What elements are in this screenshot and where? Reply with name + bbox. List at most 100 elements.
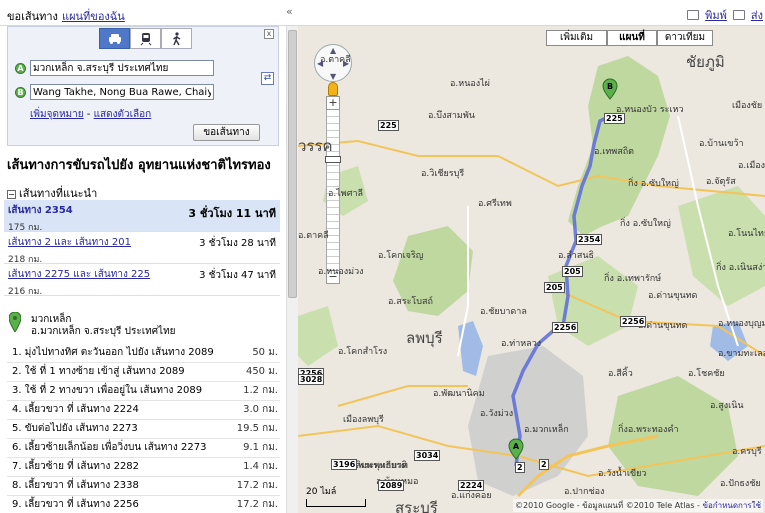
map-label: อ.หนองม่วง [318, 267, 364, 277]
map-label: อ.ปากช่อง [564, 487, 605, 497]
direction-step[interactable]: 3. ใช้ ที่ 2 ทางขวา เพื่ออยู่ใน เส้นทาง … [7, 382, 280, 401]
collapse-panel-button[interactable]: « [286, 5, 293, 18]
collapse-icon[interactable]: − [7, 190, 16, 199]
panel-scrollbar[interactable] [286, 26, 298, 513]
marker-a-icon: A [15, 62, 26, 74]
map-label: อ.โนนไทย [728, 229, 765, 239]
map-label: อ.โคกสำโรง [338, 347, 388, 357]
tab-directions[interactable]: ขอเส้นทาง [7, 7, 58, 25]
map-label: กิ่ง อ.เทพารักษ์ [604, 274, 662, 284]
route-option[interactable]: เส้นทาง 2 และ เส้นทาง 201 218 กม. 3 ชั่ว… [4, 232, 280, 265]
direction-step[interactable]: 7. เลี้ยวซ้าย ที่ เส้นทาง 2282 1.4 กม. [7, 458, 280, 477]
step-distance: 3.0 กม. [243, 404, 278, 415]
step-distance: 50 ม. [252, 347, 278, 358]
start-location-input[interactable] [30, 60, 214, 76]
map-label: อ.หนองบัว ระเหว [616, 105, 684, 115]
road-shield: 2 [515, 462, 525, 473]
directions-form: x A B ⇄ เพิ่มจุดหมาย - แสดงตัวเลือก ขอเส… [7, 26, 279, 146]
step-text: 9. เลี้ยวขวา ที่ เส้นทาง 2256 [12, 499, 139, 510]
road-shield: 225 [378, 120, 399, 131]
direction-step[interactable]: 2. ใช้ ที่ 1 ทางซ้าย เข้าสู่ เส้นทาง 208… [7, 363, 280, 382]
scrollbar-thumb[interactable] [288, 30, 297, 298]
marker-a-label: A [513, 442, 520, 451]
map-view-button[interactable]: แผนที่ [607, 30, 657, 46]
print-link[interactable]: พิมพ์ [705, 6, 727, 24]
map-label: อ.วังม่วง [480, 409, 514, 419]
map-label-province: ชัยภูมิ [686, 53, 725, 71]
road-shield: 2256 [620, 316, 647, 327]
destination-marker-icon[interactable]: B [602, 78, 618, 100]
pan-down-icon[interactable]: ▼ [330, 72, 336, 81]
transit-icon[interactable] [130, 28, 161, 49]
route-distance: 216 กม. [8, 287, 43, 297]
travel-mode-selector [99, 28, 192, 49]
step-distance: 17.2 กม. [236, 499, 278, 510]
envelope-icon[interactable] [732, 10, 745, 20]
lake [458, 321, 483, 376]
map-label: อ.วิเชียรบุรี [421, 169, 465, 179]
step-distance: 450 ม. [245, 366, 278, 377]
show-options-link[interactable]: แสดงตัวเลือก [94, 109, 152, 120]
send-link[interactable]: ส่ง [751, 6, 763, 24]
form-links: เพิ่มจุดหมาย - แสดงตัวเลือก [30, 107, 151, 122]
get-directions-button[interactable]: ขอเส้นทาง [193, 124, 260, 141]
route-time: 3 ชั่วโมง 28 นาที [199, 238, 276, 249]
step-text: 4. เลี้ยวขวา ที่ เส้นทาง 2224 [12, 404, 139, 415]
step-distance: 19.5 กม. [236, 423, 278, 434]
tab-my-maps[interactable]: แผนที่ของฉัน [62, 7, 125, 25]
road-shield: 205 [562, 266, 583, 277]
map-label: อ.ปักธงชัย [720, 479, 761, 489]
map-label: อ.ขามทะเลสอ [718, 349, 765, 359]
map-label: เมืองลพบุรี [343, 415, 384, 425]
map-label: อ.ท่าหลวง [501, 339, 542, 349]
route-list: เส้นทาง 2354 175 กม. 3 ชั่วโมง 11 นาที เ… [4, 200, 280, 297]
close-icon[interactable]: x [264, 29, 274, 39]
map-label-province: วรรค [298, 137, 333, 155]
satellite-view-button[interactable]: ดาวเทียม [657, 30, 713, 46]
directions-panel: x A B ⇄ เพิ่มจุดหมาย - แสดงตัวเลือก ขอเส… [0, 26, 286, 513]
directions-title: เส้นทางการขับรถไปยัง อุทยานแห่งชาติไทรทอ… [7, 158, 271, 173]
direction-step[interactable]: 9. เลี้ยวขวา ที่ เส้นทาง 2256 17.2 กม. [7, 496, 280, 513]
direction-step[interactable]: 6. เลี้ยวซ้ายเล็กน้อย เพื่อวิ่งบน เส้นทา… [7, 439, 280, 458]
street-view-pegman-icon[interactable] [328, 82, 338, 96]
forest-area [298, 306, 338, 366]
origin-marker-icon[interactable]: A [508, 438, 524, 460]
map-label: กิ่งอ.พระทองคำ [618, 425, 679, 435]
map-label: อ.บึงสามพัน [428, 111, 475, 121]
map-label-province: ลพบุรี [406, 329, 443, 347]
map-label: อ.โคกเจริญ [378, 251, 424, 261]
map-label-province: สระบุรี [395, 499, 438, 513]
map-label: อ.ศรีเทพ [478, 199, 512, 209]
route-option[interactable]: เส้นทาง 2354 175 กม. 3 ชั่วโมง 11 นาที [4, 200, 280, 233]
step-distance: 1.2 กม. [243, 385, 278, 396]
swap-icon[interactable]: ⇄ [261, 72, 274, 85]
printer-icon[interactable] [687, 10, 700, 20]
map-canvas[interactable]: เพิ่มเติม แผนที่ ดาวเทียม ▲ ▼ ◀ ▶ + − ชั… [298, 26, 765, 513]
end-location-input[interactable] [30, 84, 214, 100]
copyright-text: ©2010 Google - ข้อมูลแผนที่ ©2010 Tele A… [515, 501, 700, 510]
car-icon[interactable] [99, 28, 130, 49]
add-destination-link[interactable]: เพิ่มจุดหมาย [30, 109, 84, 120]
map-label: อ.จัตุรัส [706, 177, 736, 187]
waypoint-b: B [15, 84, 214, 100]
zoom-in-button[interactable]: + [326, 96, 340, 110]
step-text: 5. ขับต่อไปยัง เส้นทาง 2273 [12, 423, 138, 434]
terms-link[interactable]: ข้อกำหนดการใช้ [702, 501, 761, 510]
walking-icon[interactable] [161, 28, 192, 49]
map-label: อ.บ้านเขว้า [699, 139, 744, 149]
more-button[interactable]: เพิ่มเติม [546, 30, 607, 46]
road-shield: 225 [604, 113, 625, 124]
map-actions: พิมพ์ ส่ง [687, 6, 763, 24]
map-label: อ.ลำสนธิ [558, 251, 594, 261]
direction-step[interactable]: 5. ขับต่อไปยัง เส้นทาง 2273 19.5 กม. [7, 420, 280, 439]
route-option[interactable]: เส้นทาง 2275 และ เส้นทาง 225 216 กม. 3 ช… [4, 264, 280, 297]
route-time: 3 ชั่วโมง 47 นาที [199, 270, 276, 281]
direction-step[interactable]: 1. มุ่งไปทางทิศ ตะวันออก ไปยัง เส้นทาง 2… [7, 344, 280, 363]
map-label: อ.สระโบสถ์ [388, 297, 433, 307]
map-label: อ.หนองบุญมาก [718, 319, 765, 329]
map-label: อ.ตาคลี [320, 55, 351, 65]
direction-step[interactable]: 8. เลี้ยวขวา ที่ เส้นทาง 2338 17.2 กม. [7, 477, 280, 496]
map-type-controls: เพิ่มเติม แผนที่ ดาวเทียม [546, 30, 713, 46]
road-shield: 3028 [298, 374, 325, 385]
direction-step[interactable]: 4. เลี้ยวขวา ที่ เส้นทาง 2224 3.0 กม. [7, 401, 280, 420]
